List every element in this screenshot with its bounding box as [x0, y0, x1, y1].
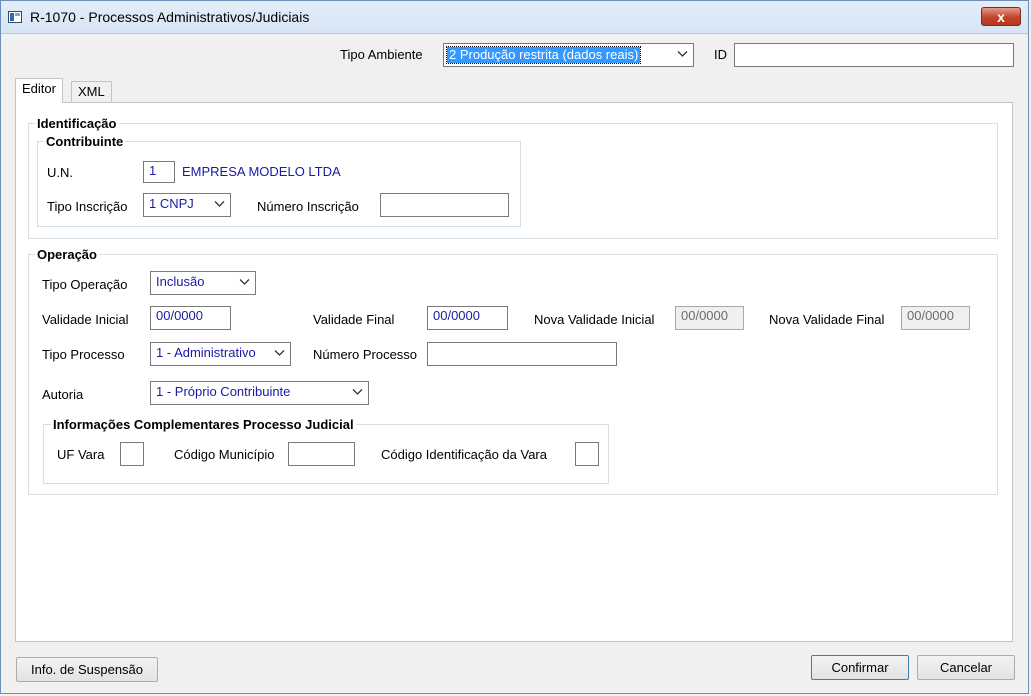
- id-input[interactable]: [734, 43, 1014, 67]
- un-label: U.N.: [47, 165, 73, 180]
- validade-final-label: Validade Final: [313, 312, 395, 327]
- codigo-municipio-input[interactable]: [288, 442, 355, 466]
- info-judicial-title: Informações Complementares Processo Judi…: [51, 417, 356, 433]
- tab-editor[interactable]: Editor: [15, 78, 63, 103]
- tipo-inscricao-value: 1 CNPJ: [149, 196, 194, 211]
- operacao-title: Operação: [35, 247, 99, 263]
- nova-validade-final-input: 00/0000: [901, 306, 970, 330]
- contribuinte-title: Contribuinte: [44, 134, 126, 150]
- autoria-value: 1 - Próprio Contribuinte: [156, 384, 291, 399]
- autoria-label: Autoria: [42, 387, 84, 402]
- tab-xml[interactable]: XML: [71, 81, 112, 104]
- tipo-ambiente-label: Tipo Ambiente: [340, 47, 423, 62]
- close-button[interactable]: x: [981, 7, 1021, 26]
- numero-inscricao-label: Número Inscrição: [257, 199, 359, 214]
- confirmar-button[interactable]: Confirmar: [811, 655, 909, 680]
- app-window-icon: [8, 11, 22, 23]
- tipo-inscricao-select[interactable]: 1 CNPJ: [143, 193, 231, 217]
- uf-vara-label: UF Vara: [57, 447, 105, 462]
- tipo-processo-value: 1 - Administrativo: [156, 345, 256, 360]
- chevron-down-icon: [677, 48, 688, 59]
- un-input[interactable]: 1: [143, 161, 175, 183]
- nova-validade-inicial-input: 00/0000: [675, 306, 744, 330]
- numero-processo-label: Número Processo: [313, 347, 418, 362]
- tipo-operacao-value: Inclusão: [156, 274, 205, 289]
- identificacao-title: Identificação: [35, 116, 119, 132]
- chevron-down-icon: [274, 347, 285, 358]
- tipo-operacao-label: Tipo Operação: [42, 277, 128, 292]
- dialog-window: R-1070 - Processos Administrativos/Judic…: [0, 0, 1029, 694]
- codigo-vara-label: Código Identificação da Vara: [381, 447, 547, 462]
- tipo-processo-select[interactable]: 1 - Administrativo: [150, 342, 291, 366]
- window-title: R-1070 - Processos Administrativos/Judic…: [30, 9, 310, 25]
- validade-inicial-label: Validade Inicial: [42, 312, 129, 327]
- nova-validade-inicial-label: Nova Validade Inicial: [534, 312, 655, 327]
- info-suspensao-button[interactable]: Info. de Suspensão: [16, 657, 158, 682]
- autoria-select[interactable]: 1 - Próprio Contribuinte: [150, 381, 369, 405]
- title-bar[interactable]: R-1070 - Processos Administrativos/Judic…: [1, 1, 1028, 34]
- close-icon: x: [997, 9, 1005, 25]
- numero-inscricao-input[interactable]: [380, 193, 509, 217]
- codigo-municipio-label: Código Município: [174, 447, 275, 462]
- uf-vara-input[interactable]: [120, 442, 144, 466]
- tipo-ambiente-selected-value: 2 Produção restrita (dados reais): [445, 46, 642, 64]
- tipo-inscricao-label: Tipo Inscrição: [47, 199, 128, 214]
- empresa-name: EMPRESA MODELO LTDA: [182, 164, 341, 179]
- tipo-operacao-select[interactable]: Inclusão: [150, 271, 256, 295]
- tipo-processo-label: Tipo Processo: [42, 347, 125, 362]
- validade-final-input[interactable]: 00/0000: [427, 306, 508, 330]
- chevron-down-icon: [239, 276, 250, 287]
- id-label: ID: [714, 47, 727, 62]
- validade-inicial-input[interactable]: 00/0000: [150, 306, 231, 330]
- nova-validade-final-label: Nova Validade Final: [769, 312, 885, 327]
- chevron-down-icon: [352, 386, 363, 397]
- chevron-down-icon: [214, 198, 225, 209]
- tipo-ambiente-select[interactable]: 2 Produção restrita (dados reais): [443, 43, 694, 67]
- numero-processo-input[interactable]: [427, 342, 617, 366]
- cancelar-button[interactable]: Cancelar: [917, 655, 1015, 680]
- codigo-vara-input[interactable]: [575, 442, 599, 466]
